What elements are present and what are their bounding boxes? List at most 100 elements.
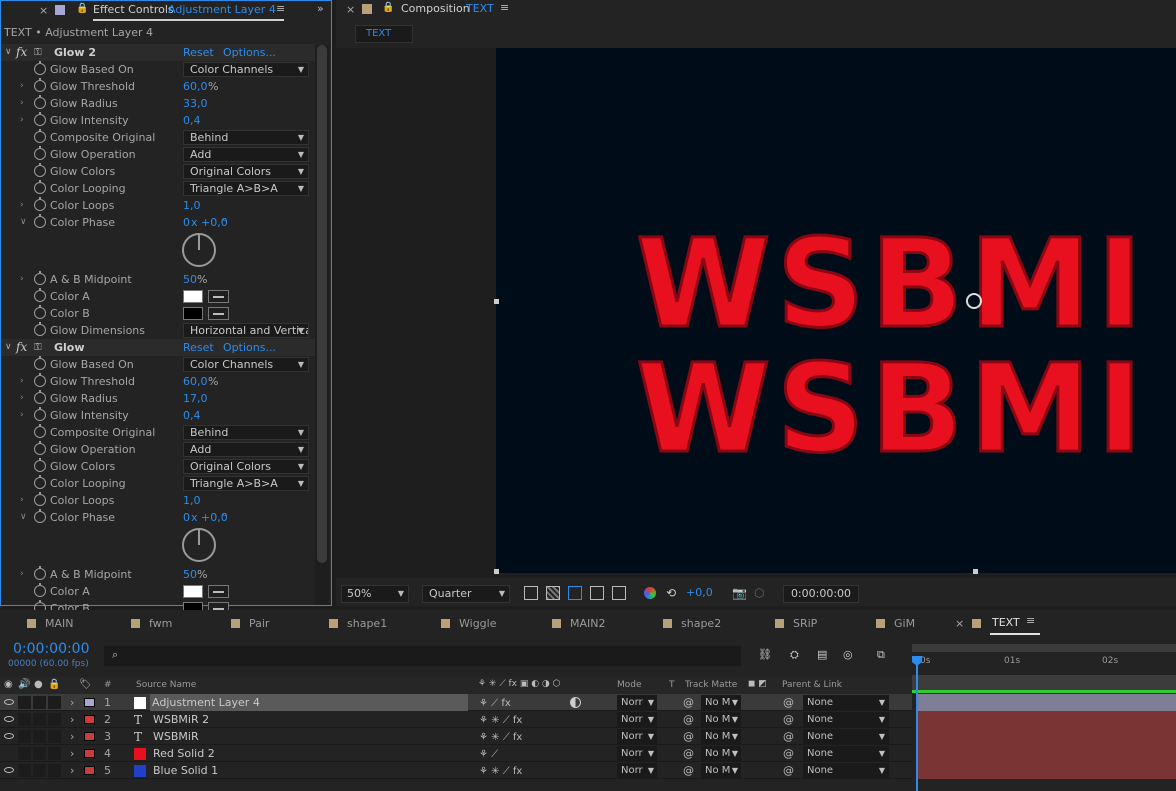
table-row[interactable]: › 2 T WSBMiR 2 ⚘ ✳ ⟋ fx Norr ▼ @ No M ▼ @ None ▼ (0, 711, 1176, 729)
region-of-interest-icon[interactable] (590, 586, 604, 600)
scrollbar-thumb[interactable] (317, 45, 327, 563)
switch-cell[interactable] (33, 747, 46, 760)
track-matte-link-icon[interactable]: @ (683, 745, 694, 762)
property-dropdown[interactable]: Add ▼ (183, 147, 309, 162)
color-swatch[interactable] (183, 290, 203, 303)
timeline-active-tab[interactable]: TEXT (992, 616, 1020, 629)
color-channels-icon[interactable] (644, 587, 656, 599)
stopwatch-icon[interactable] (34, 129, 46, 143)
angle-dial[interactable] (182, 528, 216, 562)
timeline-tab[interactable]: SRiP (775, 614, 817, 634)
show-snapshot-icon[interactable]: ⬡ (754, 586, 764, 600)
close-icon[interactable]: × (39, 4, 48, 17)
disclosure-triangle-icon[interactable]: › (20, 197, 24, 214)
composition-tab-label[interactable]: Composition (401, 2, 470, 15)
disclosure-triangle-icon[interactable]: › (20, 373, 24, 390)
property-value[interactable]: 0,4 (183, 112, 201, 129)
track-matte-dropdown[interactable]: No M ▼ (701, 746, 741, 761)
property-dropdown[interactable]: Horizontal and Vertical ▼ (183, 323, 309, 338)
stopwatch-icon[interactable] (34, 146, 46, 160)
switch-cell[interactable] (48, 747, 61, 760)
stopwatch-icon[interactable] (34, 407, 46, 421)
stopwatch-icon[interactable] (34, 441, 46, 455)
timeline-tab[interactable]: shape2 (663, 614, 721, 634)
switch-cell[interactable] (48, 764, 61, 777)
mask-visibility-icon[interactable] (568, 586, 582, 600)
property-value[interactable]: 0,4 (183, 407, 201, 424)
track-matte-link-icon[interactable]: @ (683, 728, 694, 745)
color-swatch[interactable] (183, 307, 203, 320)
solo-icon[interactable]: ● (34, 679, 43, 690)
layer-switches[interactable]: ⚘ ✳ ⟋ fx (479, 763, 522, 780)
layer-name[interactable]: Red Solid 2 (153, 745, 215, 762)
timeline-tab[interactable]: fwm (131, 614, 172, 634)
property-value[interactable]: 60,0 (183, 78, 208, 95)
stopwatch-icon[interactable] (34, 214, 46, 228)
layer-switches[interactable]: ⚘ ✳ ⟋ fx (479, 729, 522, 746)
property-value[interactable]: 0 (183, 509, 190, 526)
timeline-tab[interactable]: Pair (231, 614, 269, 634)
layer-switches[interactable]: ⚘ ⟋ fx (479, 695, 511, 712)
disclosure-triangle-icon[interactable]: › (20, 112, 24, 129)
property-value[interactable]: 60,0 (183, 373, 208, 390)
disclosure-triangle-icon[interactable]: › (20, 566, 24, 583)
adjustment-switch-icon[interactable] (570, 697, 581, 708)
parent-dropdown[interactable]: None ▼ (803, 729, 889, 744)
property-value[interactable]: 50 (183, 566, 197, 583)
playhead-line[interactable] (916, 656, 918, 791)
disclosure-triangle-icon[interactable]: ∨ (20, 509, 27, 526)
stopwatch-icon[interactable] (34, 180, 46, 194)
mode-dropdown[interactable]: Norr ▼ (617, 712, 657, 727)
label-color-swatch[interactable] (84, 715, 95, 724)
exposure-value[interactable]: +0,0 (686, 586, 713, 599)
switch-cell[interactable] (33, 764, 46, 777)
work-area-bar[interactable] (912, 644, 1176, 652)
parent-link-header[interactable]: Parent & Link (782, 680, 842, 690)
fx-icon[interactable]: fx (16, 339, 27, 356)
graph-editor-icon[interactable]: ⧉ (877, 648, 885, 662)
layer-switches[interactable]: ⚘ ✳ ⟋ fx (479, 712, 522, 729)
stopwatch-icon[interactable] (34, 475, 46, 489)
property-value[interactable]: 50 (183, 271, 197, 288)
fx-icon[interactable]: fx (16, 44, 27, 61)
eyedropper-icon[interactable] (208, 290, 229, 303)
fast-preview-icon[interactable] (524, 586, 538, 600)
close-icon[interactable]: × (955, 617, 964, 630)
reset-exposure-icon[interactable]: ⟲ (666, 586, 676, 600)
disclosure-triangle-icon[interactable]: › (20, 95, 24, 112)
switch-cell[interactable] (18, 747, 31, 760)
mode-header[interactable]: Mode (617, 680, 642, 690)
switch-cell[interactable] (33, 713, 46, 726)
parent-dropdown[interactable]: None ▼ (803, 763, 889, 778)
lock-icon[interactable]: 🔒 (76, 3, 88, 14)
disclosure-triangle-icon[interactable]: ∨ (5, 44, 12, 61)
switch-cell[interactable] (18, 713, 31, 726)
stopwatch-icon[interactable] (34, 356, 46, 370)
effect-header[interactable]: ∨ fx ⚿ Glow 2 Reset Options... (1, 44, 315, 61)
scrollbar-track[interactable] (315, 45, 329, 605)
layer-handle-bottom-left[interactable] (494, 569, 499, 574)
stopwatch-icon[interactable] (34, 112, 46, 126)
property-value[interactable]: 1,0 (183, 197, 201, 214)
property-value[interactable]: 17,0 (183, 390, 208, 407)
layer-duration-bar[interactable] (918, 694, 1176, 711)
pick-whip-icon[interactable]: @ (783, 745, 794, 762)
timeline-tab[interactable]: MAIN (27, 614, 74, 634)
stopwatch-icon[interactable] (34, 61, 46, 75)
panel-menu-icon[interactable]: ≡ (500, 1, 509, 14)
switch-cell[interactable] (18, 764, 31, 777)
composition-viewer[interactable]: WSBMI WSBMI (336, 48, 1176, 578)
track-matte-link-icon[interactable]: @ (683, 762, 694, 779)
layer-duration-bar[interactable] (918, 745, 1176, 762)
pick-whip-icon[interactable]: @ (783, 711, 794, 728)
layer-duration-bar[interactable] (918, 711, 1176, 728)
stopwatch-icon[interactable] (34, 373, 46, 387)
lock-icon[interactable]: ⚿ (34, 44, 42, 61)
layer-switches[interactable]: ⚘ ⟋ (479, 746, 498, 763)
disclosure-triangle-icon[interactable]: ∨ (20, 214, 27, 231)
switch-cell[interactable] (33, 696, 46, 709)
source-name-header[interactable]: Source Name (136, 680, 196, 690)
disclosure-triangle-icon[interactable]: › (20, 78, 24, 95)
camera-snapshot-icon[interactable]: 📷 (732, 586, 747, 600)
motion-blur-icon[interactable]: ◎ (843, 648, 853, 661)
